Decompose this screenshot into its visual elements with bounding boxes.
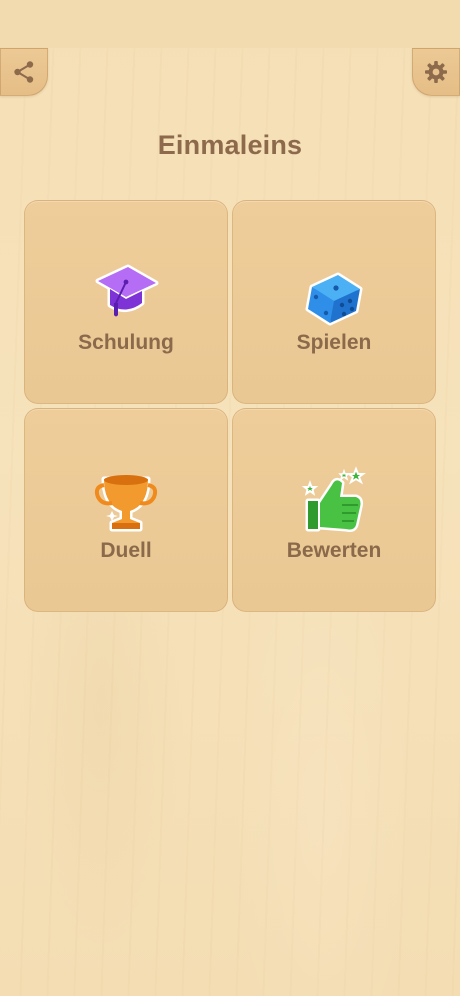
menu-tile-bewerten[interactable]: Bewerten <box>232 408 436 612</box>
menu-tile-label: Schulung <box>78 331 174 354</box>
menu-tile-label: Spielen <box>296 331 372 354</box>
menu-tile-label: Bewerten <box>286 539 382 562</box>
dice-icon <box>298 257 370 329</box>
menu-tile-label: Duell <box>100 539 152 562</box>
share-button[interactable] <box>0 48 48 96</box>
page-title: Einmaleins <box>157 130 303 160</box>
trophy-icon <box>90 465 162 537</box>
menu-tile-spielen[interactable]: Spielen <box>232 200 436 404</box>
menu-tile-schulung[interactable]: Schulung <box>24 200 228 404</box>
menu-tile-duell[interactable]: Duell <box>24 408 228 612</box>
main-menu-grid: Schulung Spielen Duell Bewerten <box>24 200 436 612</box>
graduation-cap-icon <box>90 257 162 329</box>
gear-icon <box>423 59 449 85</box>
settings-button[interactable] <box>412 48 460 96</box>
status-bar <box>0 0 460 48</box>
share-icon <box>11 59 37 85</box>
thumbs-up-icon <box>298 465 370 537</box>
